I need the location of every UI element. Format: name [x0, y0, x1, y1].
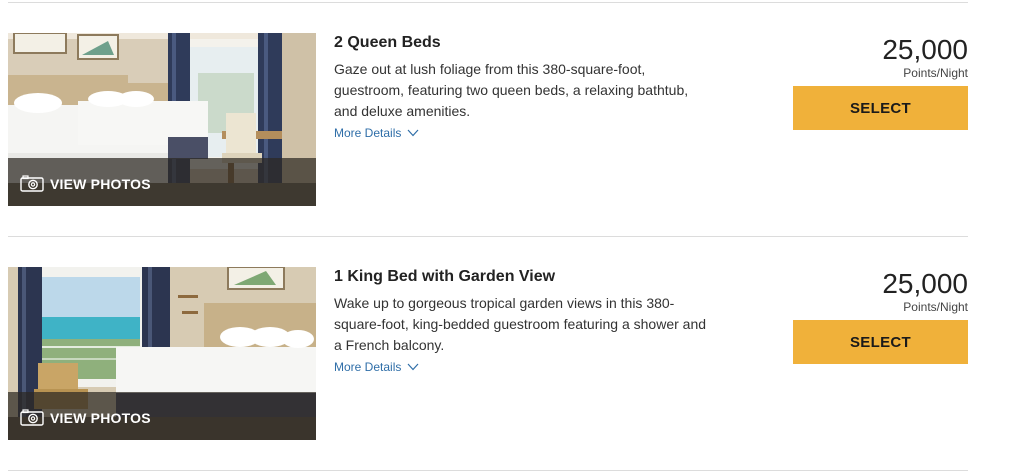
- room-info: 1 King Bed with Garden View Wake up to g…: [334, 267, 714, 376]
- select-button[interactable]: SELECT: [793, 86, 968, 130]
- camera-icon: [20, 175, 44, 192]
- room-card: VIEW PHOTOS 1 King Bed with Garden View …: [8, 267, 968, 440]
- more-details-link[interactable]: More Details: [334, 126, 419, 140]
- chevron-down-icon: [407, 363, 419, 371]
- points-unit: Points/Night: [903, 66, 968, 80]
- more-details-label: More Details: [334, 360, 402, 374]
- price-column: 25,000 Points/Night SELECT: [792, 267, 968, 364]
- view-photos-label: VIEW PHOTOS: [50, 409, 151, 426]
- divider: [8, 236, 968, 237]
- view-photos-link[interactable]: VIEW PHOTOS: [20, 175, 151, 192]
- divider: [8, 2, 968, 3]
- room-description: Wake up to gorgeous tropical garden view…: [334, 295, 707, 353]
- room-description: Gaze out at lush foliage from this 380-s…: [334, 61, 689, 119]
- room-title: 2 Queen Beds: [334, 34, 441, 51]
- divider: [8, 470, 968, 471]
- room-photo[interactable]: VIEW PHOTOS: [8, 267, 316, 440]
- more-details-label: More Details: [334, 126, 402, 140]
- view-photos-link[interactable]: VIEW PHOTOS: [20, 409, 151, 426]
- points-unit: Points/Night: [903, 300, 968, 314]
- room-card: VIEW PHOTOS 2 Queen Beds Gaze out at lus…: [8, 33, 968, 206]
- points-price: 25,000: [882, 34, 968, 65]
- room-photo[interactable]: VIEW PHOTOS: [8, 33, 316, 206]
- room-title: 1 King Bed with Garden View: [334, 268, 556, 285]
- room-list: VIEW PHOTOS 2 Queen Beds Gaze out at lus…: [0, 0, 1036, 473]
- chevron-down-icon: [407, 129, 419, 137]
- price-column: 25,000 Points/Night SELECT: [792, 33, 968, 130]
- points-price: 25,000: [882, 268, 968, 299]
- room-info: 2 Queen Beds Gaze out at lush foliage fr…: [334, 33, 714, 142]
- more-details-link[interactable]: More Details: [334, 360, 419, 374]
- camera-icon: [20, 409, 44, 426]
- view-photos-label: VIEW PHOTOS: [50, 175, 151, 192]
- select-button[interactable]: SELECT: [793, 320, 968, 364]
